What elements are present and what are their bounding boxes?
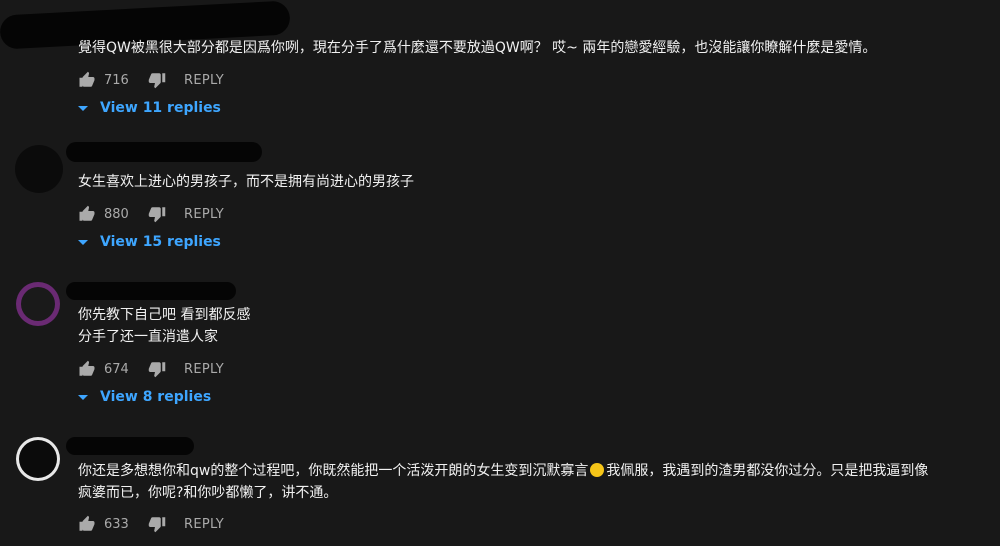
reply-button[interactable]: REPLY <box>184 207 224 222</box>
chevron-down-icon <box>78 240 88 245</box>
reply-button[interactable]: REPLY <box>184 517 224 532</box>
thumbs-down-icon[interactable] <box>148 71 166 89</box>
view-replies-label: View 11 replies <box>100 100 221 116</box>
view-replies-button[interactable]: View 11 replies <box>78 100 221 116</box>
comment-actions: 674 REPLY <box>78 359 224 379</box>
comment-actions: 880 REPLY <box>78 204 224 224</box>
avatar[interactable] <box>16 282 60 326</box>
thumbs-up-icon[interactable] <box>78 515 96 533</box>
comment-text-line: 你还是多想想你和qw的整个过程吧，你既然能把一个活泼开朗的女生变到沉默寡言 我佩服… <box>78 460 928 482</box>
comment-actions: 633 REPLY <box>78 514 224 534</box>
comment-text: 覺得QW被黑很大部分都是因爲你咧，現在分手了爲什麼還不要放過QW啊？ 哎~ 兩年… <box>78 37 876 59</box>
reply-button[interactable]: REPLY <box>184 73 224 88</box>
avatar[interactable] <box>16 437 60 481</box>
comment-text: 女生喜欢上进心的男孩子，而不是拥有尚进心的男孩子 <box>78 171 414 193</box>
redacted-author-name <box>66 437 194 455</box>
comment-text-line: 女生喜欢上进心的男孩子，而不是拥有尚进心的男孩子 <box>78 174 414 190</box>
view-replies-button[interactable]: View 8 replies <box>78 389 211 405</box>
thumbs-down-icon[interactable] <box>148 360 166 378</box>
reply-button[interactable]: REPLY <box>184 362 224 377</box>
redacted-author-name <box>66 142 262 162</box>
thumbs-down-icon[interactable] <box>148 205 166 223</box>
comment-text-segment: 你还是多想想你和qw的整个过程吧，你既然能把一个活泼开朗的女生变到沉默寡言 <box>78 463 589 479</box>
view-replies-button[interactable]: View 15 replies <box>78 234 221 250</box>
chevron-down-icon <box>78 395 88 400</box>
comment-text: 你先教下自己吧 看到都反感 分手了还一直消遣人家 <box>78 304 250 348</box>
comment-text-segment: 我佩服，我遇到的渣男都没你过分。只是把我逼到像 <box>606 463 929 479</box>
thumbs-up-icon[interactable] <box>78 71 96 89</box>
avatar[interactable] <box>15 145 63 193</box>
like-count: 716 <box>104 72 129 88</box>
slightly-smiling-face-icon <box>590 463 605 477</box>
chevron-down-icon <box>78 106 88 111</box>
thumbs-up-icon[interactable] <box>78 205 96 223</box>
comment-actions: 716 REPLY <box>78 70 224 90</box>
view-replies-label: View 15 replies <box>100 234 221 250</box>
thumbs-down-icon[interactable] <box>148 515 166 533</box>
comment-text-line: 分手了还一直消遣人家 <box>78 329 218 345</box>
comment-text-line: 疯婆而已，你呢?和你吵都懒了，讲不通。 <box>78 485 338 501</box>
like-count: 880 <box>104 206 129 222</box>
view-replies-label: View 8 replies <box>100 389 212 405</box>
like-count: 633 <box>104 516 129 532</box>
comment-text-line: 你先教下自己吧 看到都反感 <box>78 307 251 323</box>
redacted-author-name <box>66 282 236 300</box>
like-count: 674 <box>104 361 129 377</box>
comment-text-line: 覺得QW被黑很大部分都是因爲你咧，現在分手了爲什麼還不要放過QW啊？ 哎~ 兩年… <box>78 40 877 56</box>
comment-text: 你还是多想想你和qw的整个过程吧，你既然能把一个活泼开朗的女生变到沉默寡言 我佩服… <box>78 460 928 504</box>
thumbs-up-icon[interactable] <box>78 360 96 378</box>
